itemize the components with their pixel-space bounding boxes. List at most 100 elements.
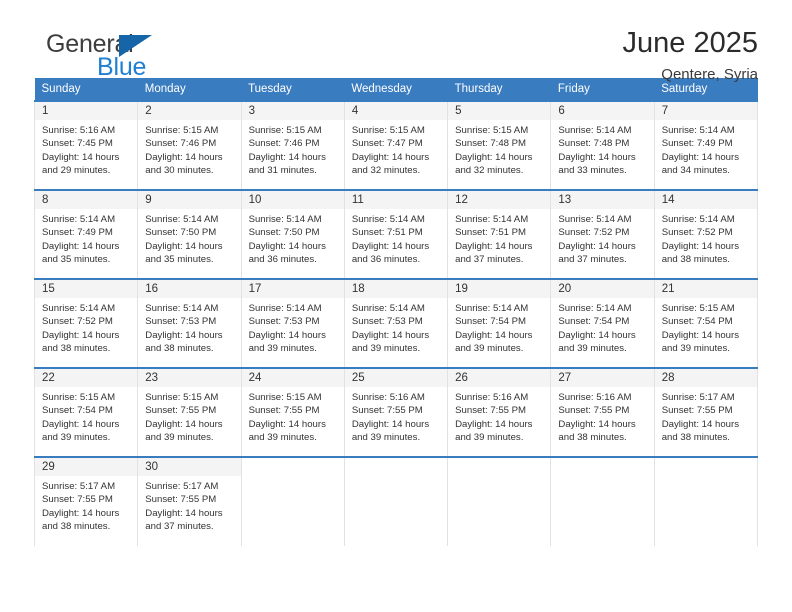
day-cell[interactable]: 4 Sunrise: 5:15 AM Sunset: 7:47 PM Daylight… bbox=[343, 100, 449, 190]
day-cell[interactable]: 30 Sunrise: 5:17 AM Sunset: 7:55 PM Dayligh… bbox=[137, 456, 242, 546]
daylight-text-line2: and 32 minutes. bbox=[351, 165, 421, 177]
day-cell[interactable]: 23 Sunrise: 5:15 AM Sunset: 7:55 PM Dayligh… bbox=[137, 367, 242, 457]
sunrise-text: Sunrise: 5:14 AM bbox=[248, 214, 322, 225]
daylight-text-line2: and 37 minutes. bbox=[558, 254, 627, 266]
sunrise-text: Sunrise: 5:15 AM bbox=[455, 125, 529, 136]
sunset-text: Sunset: 7:48 PM bbox=[455, 138, 527, 150]
day-cell[interactable]: 29 Sunrise: 5:17 AM Sunset: 7:55 PM Dayligh… bbox=[33, 456, 139, 546]
day-cell[interactable]: 7 Sunrise: 5:14 AM Sunset: 7:49 PM Daylight… bbox=[653, 100, 759, 190]
day-info: Sunrise: 5:14 AM Sunset: 7:54 PM Daylight:… bbox=[448, 298, 550, 356]
daylight-text-line2: and 37 minutes. bbox=[145, 521, 214, 533]
day-info: Sunrise: 5:14 AM Sunset: 7:48 PM Daylight:… bbox=[551, 120, 653, 178]
day-cell[interactable]: 18 Sunrise: 5:14 AM Sunset: 7:53 PM Dayligh… bbox=[343, 278, 449, 368]
daylight-text-line1: Daylight: 14 hours bbox=[42, 418, 120, 430]
day-info: Sunrise: 5:15 AM Sunset: 7:54 PM Daylight:… bbox=[655, 298, 757, 356]
day-number: 17 bbox=[241, 280, 344, 298]
daylight-text-line1: Daylight: 14 hours bbox=[351, 151, 430, 163]
day-cell[interactable]: 11 Sunrise: 5:14 AM Sunset: 7:51 PM Dayligh… bbox=[343, 189, 449, 279]
day-cell[interactable]: 28 Sunrise: 5:17 AM Sunset: 7:55 PM Dayligh… bbox=[653, 367, 759, 457]
day-info: Sunrise: 5:17 AM Sunset: 7:55 PM Daylight:… bbox=[138, 476, 240, 534]
weekday-header-tuesday: Tuesday bbox=[241, 78, 345, 101]
day-cell[interactable]: 5 Sunrise: 5:15 AM Sunset: 7:48 PM Daylight… bbox=[447, 100, 552, 190]
day-number: 25 bbox=[344, 369, 448, 387]
sunrise-text: Sunrise: 5:17 AM bbox=[661, 392, 735, 403]
day-cell[interactable]: 2 Sunrise: 5:15 AM Sunset: 7:46 PM Daylight… bbox=[137, 100, 242, 190]
daylight-text-line2: and 36 minutes. bbox=[351, 254, 421, 266]
sunset-text: Sunset: 7:55 PM bbox=[455, 405, 527, 417]
sunrise-text: Sunrise: 5:14 AM bbox=[558, 214, 632, 225]
sunrise-text: Sunrise: 5:15 AM bbox=[248, 392, 322, 403]
day-cell[interactable]: 12 Sunrise: 5:14 AM Sunset: 7:51 PM Dayligh… bbox=[447, 189, 552, 279]
day-cell[interactable]: 26 Sunrise: 5:16 AM Sunset: 7:55 PM Dayligh… bbox=[447, 367, 552, 457]
daylight-text-line2: and 38 minutes. bbox=[42, 521, 111, 533]
day-cell-empty bbox=[240, 456, 345, 546]
day-number: 27 bbox=[551, 369, 654, 387]
general-blue-logo[interactable]: General Blue bbox=[34, 26, 204, 82]
day-cell[interactable]: 17 Sunrise: 5:14 AM Sunset: 7:53 PM Dayligh… bbox=[240, 278, 345, 368]
day-cell[interactable]: 24 Sunrise: 5:15 AM Sunset: 7:55 PM Dayligh… bbox=[240, 367, 345, 457]
day-info: Sunrise: 5:16 AM Sunset: 7:45 PM Daylight:… bbox=[35, 120, 137, 178]
daylight-text-line2: and 39 minutes. bbox=[248, 432, 317, 444]
daylight-text-line2: and 34 minutes. bbox=[661, 165, 730, 177]
day-cell[interactable]: 10 Sunrise: 5:14 AM Sunset: 7:50 PM Dayligh… bbox=[240, 189, 345, 279]
calendar-week-row: 22 Sunrise: 5:15 AM Sunset: 7:54 PM Dayligh… bbox=[33, 367, 759, 457]
day-info: Sunrise: 5:14 AM Sunset: 7:53 PM Daylight:… bbox=[138, 298, 240, 356]
day-info: Sunrise: 5:14 AM Sunset: 7:49 PM Daylight:… bbox=[35, 209, 137, 267]
daylight-text-line2: and 39 minutes. bbox=[558, 343, 627, 355]
sunrise-text: Sunrise: 5:14 AM bbox=[351, 303, 425, 314]
sunset-text: Sunset: 7:51 PM bbox=[351, 227, 423, 239]
day-number: 7 bbox=[654, 102, 757, 120]
day-cell[interactable]: 21 Sunrise: 5:15 AM Sunset: 7:54 PM Dayligh… bbox=[653, 278, 759, 368]
day-cell[interactable]: 16 Sunrise: 5:14 AM Sunset: 7:53 PM Dayligh… bbox=[137, 278, 242, 368]
daylight-text-line2: and 35 minutes. bbox=[145, 254, 214, 266]
daylight-text-line2: and 38 minutes. bbox=[661, 432, 730, 444]
sunset-text: Sunset: 7:50 PM bbox=[248, 227, 320, 239]
sunset-text: Sunset: 7:52 PM bbox=[661, 227, 733, 239]
day-info: Sunrise: 5:16 AM Sunset: 7:55 PM Daylight:… bbox=[345, 387, 447, 445]
sunset-text: Sunset: 7:55 PM bbox=[145, 494, 217, 506]
calendar-table: Sunday Monday Tuesday Wednesday Thursday… bbox=[33, 78, 759, 546]
day-cell[interactable]: 13 Sunrise: 5:14 AM Sunset: 7:52 PM Dayligh… bbox=[550, 189, 655, 279]
sunset-text: Sunset: 7:54 PM bbox=[558, 316, 630, 328]
day-info: Sunrise: 5:15 AM Sunset: 7:47 PM Daylight:… bbox=[345, 120, 447, 178]
day-info: Sunrise: 5:15 AM Sunset: 7:48 PM Daylight:… bbox=[448, 120, 550, 178]
day-cell[interactable]: 1 Sunrise: 5:16 AM Sunset: 7:45 PM Daylight… bbox=[33, 100, 139, 190]
sunset-text: Sunset: 7:48 PM bbox=[558, 138, 630, 150]
day-number: 15 bbox=[35, 280, 138, 298]
day-number: 29 bbox=[35, 458, 138, 476]
day-cell[interactable]: 9 Sunrise: 5:14 AM Sunset: 7:50 PM Daylight… bbox=[137, 189, 242, 279]
sunset-text: Sunset: 7:53 PM bbox=[248, 316, 320, 328]
daylight-text-line1: Daylight: 14 hours bbox=[455, 329, 533, 341]
day-cell-empty bbox=[550, 456, 655, 546]
day-number: 28 bbox=[654, 369, 757, 387]
day-cell[interactable]: 15 Sunrise: 5:14 AM Sunset: 7:52 PM Dayligh… bbox=[33, 278, 139, 368]
sunrise-text: Sunrise: 5:16 AM bbox=[351, 392, 425, 403]
day-cell[interactable]: 20 Sunrise: 5:14 AM Sunset: 7:54 PM Dayligh… bbox=[550, 278, 655, 368]
day-cell[interactable]: 27 Sunrise: 5:16 AM Sunset: 7:55 PM Dayligh… bbox=[550, 367, 655, 457]
day-cell[interactable]: 8 Sunrise: 5:14 AM Sunset: 7:49 PM Daylight… bbox=[33, 189, 139, 279]
day-cell[interactable]: 19 Sunrise: 5:14 AM Sunset: 7:54 PM Dayligh… bbox=[447, 278, 552, 368]
day-cell[interactable]: 14 Sunrise: 5:14 AM Sunset: 7:52 PM Dayligh… bbox=[653, 189, 759, 279]
calendar-week-row: 15 Sunrise: 5:14 AM Sunset: 7:52 PM Dayligh… bbox=[33, 278, 759, 368]
day-info: Sunrise: 5:16 AM Sunset: 7:55 PM Daylight:… bbox=[448, 387, 550, 445]
day-info: Sunrise: 5:17 AM Sunset: 7:55 PM Daylight:… bbox=[35, 476, 137, 534]
day-cell[interactable]: 25 Sunrise: 5:16 AM Sunset: 7:55 PM Dayligh… bbox=[343, 367, 449, 457]
sunrise-text: Sunrise: 5:17 AM bbox=[42, 481, 116, 492]
daylight-text-line1: Daylight: 14 hours bbox=[661, 418, 740, 430]
day-cell[interactable]: 6 Sunrise: 5:14 AM Sunset: 7:48 PM Daylight… bbox=[550, 100, 655, 190]
day-cell-empty bbox=[447, 456, 552, 546]
sunrise-text: Sunrise: 5:15 AM bbox=[145, 392, 219, 403]
daylight-text-line2: and 39 minutes. bbox=[455, 343, 524, 355]
day-number: 1 bbox=[35, 102, 138, 120]
day-info: Sunrise: 5:15 AM Sunset: 7:46 PM Daylight:… bbox=[138, 120, 240, 178]
day-cell[interactable]: 3 Sunrise: 5:15 AM Sunset: 7:46 PM Daylight… bbox=[240, 100, 345, 190]
day-cell[interactable]: 22 Sunrise: 5:15 AM Sunset: 7:54 PM Dayligh… bbox=[33, 367, 139, 457]
daylight-text-line2: and 35 minutes. bbox=[42, 254, 111, 266]
daylight-text-line1: Daylight: 14 hours bbox=[248, 418, 326, 430]
day-info: Sunrise: 5:16 AM Sunset: 7:55 PM Daylight:… bbox=[551, 387, 653, 445]
daylight-text-line2: and 38 minutes. bbox=[145, 343, 214, 355]
day-info: Sunrise: 5:15 AM Sunset: 7:55 PM Daylight:… bbox=[242, 387, 344, 445]
daylight-text-line1: Daylight: 14 hours bbox=[351, 418, 430, 430]
sunset-text: Sunset: 7:55 PM bbox=[661, 405, 733, 417]
daylight-text-line1: Daylight: 14 hours bbox=[42, 507, 120, 519]
